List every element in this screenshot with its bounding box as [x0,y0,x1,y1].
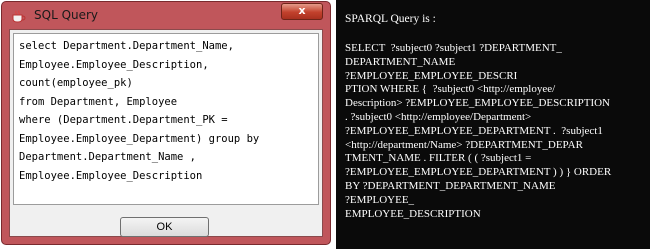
query-line: where (Department.Department_PK = [19,114,228,126]
sparql-line: PTION WHERE { ?subject0 <http://employee… [345,83,556,96]
sql-query-dialog: SQL Query x select Department.Department… [1,1,331,245]
query-line: Employee.Employee_Department) group by [19,132,260,145]
sparql-line: ?EMPLOYEE_EMPLOYEE_DEPARTMENT ) ) } ORDE… [345,166,612,179]
close-icon: x [298,4,306,17]
query-line: from Department, Employee [19,95,178,108]
sparql-line: SELECT ?subject0 ?subject1 ?DEPARTMENT_ [345,42,562,54]
sparql-line: DEPARTMENT_NAME [345,55,456,68]
sparql-line: TMENT_NAME . FILTER ( ( ?subject1 = [345,152,532,165]
sparql-line: ?EMPLOYEE_EMPLOYEE_DEPARTMENT . ?subject… [345,124,603,137]
dialog-content: select Department.Department_Name, Employ… [9,29,323,237]
sparql-line: ?EMPLOYEE_ [345,193,415,206]
close-button[interactable]: x [281,3,323,20]
query-line: count(employee_pk) [19,77,133,89]
sql-query-textarea[interactable]: select Department.Department_Name, Employ… [13,33,319,205]
query-line: Employee.Employee_Description, [19,58,209,71]
sparql-heading: SPARQL Query is : [345,13,436,25]
dialog-titlebar[interactable]: SQL Query x [2,2,330,28]
query-line: Employee.Employee_Description [19,169,203,182]
sparql-line: . ?subject0 <http://employee/Department> [345,110,532,123]
sparql-line: Description> ?EMPLOYEE_EMPLOYEE_DESCRIPT… [345,97,610,110]
sparql-line: ?EMPLOYEE_EMPLOYEE_DESCRI [345,69,518,82]
java-cup-icon [12,10,26,23]
query-line: Department.Department_Name , [19,151,197,163]
sparql-line: BY ?DEPARTMENT_DEPARTMENT_NAME [345,179,556,192]
dialog-title: SQL Query [34,8,99,22]
ok-button[interactable]: OK [120,217,209,237]
sparql-query-text: SELECT ?subject0 ?subject1 ?DEPARTMENT_ D… [345,42,645,221]
sparql-line: EMPLOYEE_DESCRIPTION [345,207,481,220]
sparql-output-panel: SPARQL Query is : SELECT ?subject0 ?subj… [336,0,650,249]
sparql-line: <http://department/Name> ?DEPARTMENT_DEP… [345,138,583,151]
query-line: select Department.Department_Name, [19,40,234,52]
